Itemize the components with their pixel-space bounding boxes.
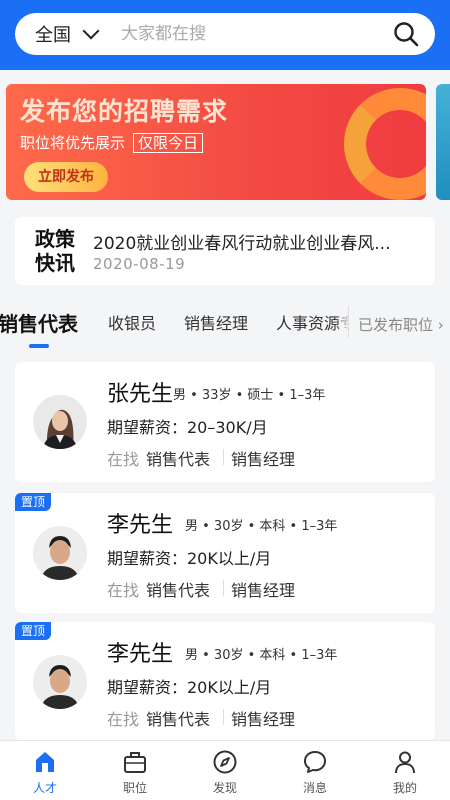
search-bar[interactable]: 全国 大家都在搜 bbox=[15, 13, 435, 55]
nav-label: 消息 bbox=[302, 781, 327, 795]
avatar bbox=[33, 526, 87, 580]
nav-label: 职位 bbox=[122, 781, 147, 795]
banner-ring-decoration bbox=[344, 88, 426, 200]
banner-subtitle-text: 职位将优先展示 bbox=[20, 134, 126, 152]
home-icon bbox=[36, 752, 54, 772]
expected-salary: 期望薪资：20K以上/月 bbox=[107, 549, 272, 568]
candidate-meta: 男 • 30岁 • 本科 • 1–3年 bbox=[185, 519, 338, 534]
news-date: 2020-08-19 bbox=[93, 255, 186, 273]
banner-carousel: 发布您的招聘需求 职位将优先展示 仅限今日 立即发布 bbox=[0, 70, 450, 210]
nav-discover[interactable]: 发现 bbox=[180, 741, 270, 800]
search-input[interactable]: 大家都在搜 bbox=[121, 13, 206, 55]
candidate-meta: 男 • 30岁 • 本科 • 1–3年 bbox=[185, 648, 338, 663]
desired-job: 销售代表 bbox=[146, 710, 211, 729]
candidate-meta: 男 • 33岁 • 硕士 • 1–3年 bbox=[173, 388, 326, 403]
candidate-name: 李先生 bbox=[107, 642, 174, 667]
job-divider bbox=[223, 449, 224, 465]
candidate-name: 张先生 bbox=[107, 382, 174, 407]
expected-salary: 期望薪资：20–30K/月 bbox=[107, 418, 268, 437]
search-icon[interactable] bbox=[393, 21, 419, 47]
job-divider bbox=[223, 709, 224, 725]
chevron-down-icon bbox=[82, 22, 100, 40]
nav-jobs[interactable]: 职位 bbox=[90, 741, 180, 800]
publish-now-button[interactable]: 立即发布 bbox=[24, 162, 108, 192]
candidate-card[interactable]: 置顶 李先生 男 • 30岁 • 本科 • 1–3年 期望薪资：20K以上/月 … bbox=[15, 493, 435, 613]
banner-subtitle: 职位将优先展示 仅限今日 bbox=[20, 132, 204, 153]
tab-sales-manager[interactable]: 销售经理 bbox=[184, 310, 248, 334]
tab-cashier[interactable]: 收银员 bbox=[108, 310, 156, 334]
region-label: 全国 bbox=[35, 25, 71, 46]
nav-label: 我的 bbox=[392, 781, 417, 795]
recruit-banner[interactable]: 发布您的招聘需求 职位将优先展示 仅限今日 立即发布 bbox=[6, 84, 426, 200]
avatar bbox=[33, 395, 87, 449]
expected-salary: 期望薪资：20K以上/月 bbox=[107, 678, 272, 697]
news-title: 2020就业创业春风行动就业创业春风... bbox=[93, 234, 391, 254]
nav-talent[interactable]: 人才 bbox=[0, 741, 90, 800]
candidate-card[interactable]: 张先生 男 • 33岁 • 硕士 • 1–3年 期望薪资：20–30K/月 在找… bbox=[15, 362, 435, 482]
seeking-label: 在找 bbox=[107, 710, 140, 729]
candidate-card[interactable]: 置顶 李先生 男 • 30岁 • 本科 • 1–3年 期望薪资：20K以上/月 … bbox=[15, 622, 435, 740]
desired-job: 销售经理 bbox=[231, 450, 296, 469]
tabs-divider bbox=[348, 306, 349, 338]
user-icon bbox=[395, 751, 415, 774]
desired-job: 销售经理 bbox=[231, 581, 296, 600]
nav-label: 发现 bbox=[212, 781, 237, 795]
avatar bbox=[33, 655, 87, 709]
desired-job: 销售代表 bbox=[146, 581, 211, 600]
desired-job: 销售经理 bbox=[231, 710, 296, 729]
policy-news[interactable]: 政策快讯 2020就业创业春风行动就业创业春风... 2020-08-19 bbox=[15, 217, 435, 285]
nav-messages[interactable]: 消息 bbox=[270, 741, 360, 800]
nav-label: 人才 bbox=[32, 781, 57, 795]
banner-title: 发布您的招聘需求 bbox=[20, 97, 229, 126]
pinned-badge: 置顶 bbox=[15, 493, 51, 511]
seeking-label: 在找 bbox=[107, 450, 140, 469]
candidate-name: 李先生 bbox=[107, 513, 174, 538]
briefcase-icon bbox=[124, 752, 146, 773]
banner-tag: 仅限今日 bbox=[133, 132, 204, 153]
seeking-label: 在找 bbox=[107, 581, 140, 600]
region-selector[interactable]: 全国 bbox=[35, 13, 100, 55]
tab-sales-rep[interactable]: 销售代表 bbox=[0, 308, 78, 337]
nav-profile[interactable]: 我的 bbox=[360, 741, 450, 800]
compass-icon bbox=[213, 750, 237, 774]
desired-job: 销售代表 bbox=[146, 450, 211, 469]
news-label: 政策快讯 bbox=[35, 227, 75, 275]
job-divider bbox=[223, 580, 224, 596]
header: 全国 大家都在搜 bbox=[0, 0, 450, 70]
category-tabs: 销售代表 收银员 销售经理 人事资源专 已发布职位 › bbox=[0, 296, 450, 352]
chat-icon bbox=[304, 751, 326, 773]
active-tab-indicator bbox=[29, 344, 49, 348]
pinned-badge: 置顶 bbox=[15, 622, 51, 640]
posted-jobs-link[interactable]: 已发布职位 › bbox=[358, 314, 444, 335]
bottom-nav: 人才 职位 发现 消息 我的 bbox=[0, 740, 450, 800]
next-banner-peek[interactable] bbox=[436, 84, 450, 200]
